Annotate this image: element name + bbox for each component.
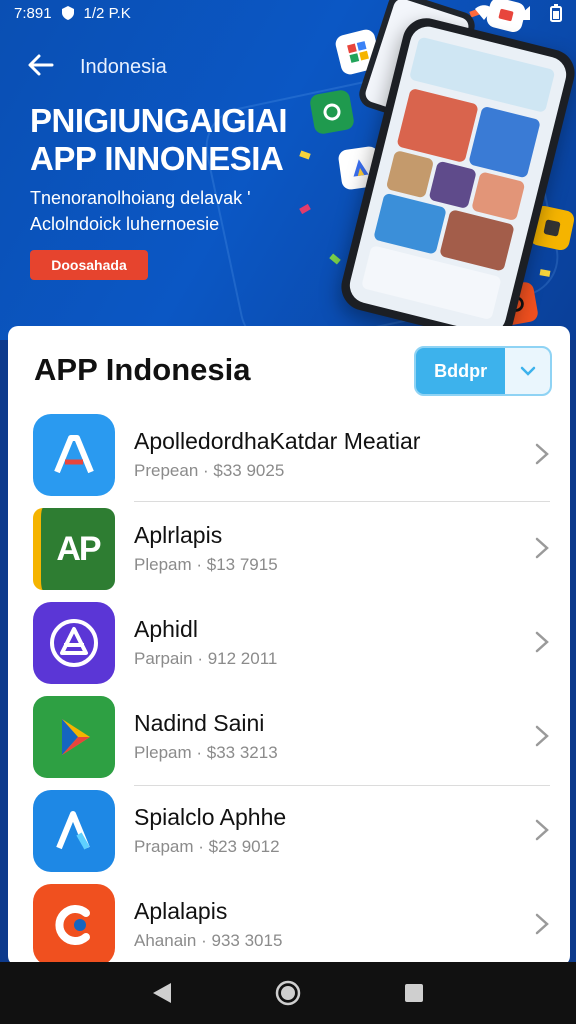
app-name: ApolledordhaKatdar Meatiar xyxy=(134,428,421,454)
filter-dropdown[interactable] xyxy=(505,348,550,394)
navigation-bar xyxy=(0,962,576,1024)
letter-a-icon xyxy=(33,414,115,496)
filter-button[interactable]: Bddpr xyxy=(416,348,505,394)
card-title: APP Indonesia xyxy=(34,352,251,387)
app-name: Nadind Saini xyxy=(134,710,265,736)
shield-icon xyxy=(61,6,74,20)
app-name: Aplalapis xyxy=(134,898,228,924)
app-meta: Parpain · 912 2011 xyxy=(134,649,278,668)
list-item[interactable]: ApolledordhaKatdar Meatiar Prepean · $33… xyxy=(8,408,570,502)
list-item[interactable]: AP Aplrlapis Plepam · $13 7915 xyxy=(8,502,570,596)
chevron-right-icon xyxy=(535,631,549,653)
chevron-right-icon xyxy=(535,725,549,747)
c-logo-icon xyxy=(33,884,115,966)
app-name: Aphidl xyxy=(134,616,198,642)
back-arrow-icon[interactable] xyxy=(26,50,56,80)
list-item[interactable]: Aplalapis Ahanain · 933 3015 xyxy=(8,878,570,966)
list-item[interactable]: Spialclo Aphhe Prapam · $23 9012 xyxy=(8,784,570,878)
app-list-card: APP Indonesia Bddpr ApolledordhaKatdar M… xyxy=(8,326,570,966)
recents-nav-icon[interactable] xyxy=(403,982,425,1004)
app-list: ApolledordhaKatdar Meatiar Prepean · $33… xyxy=(8,408,570,966)
status-time: 7:891 xyxy=(14,4,52,22)
confetti xyxy=(329,253,341,265)
letter-a-icon xyxy=(33,790,115,872)
triangle-circle-icon xyxy=(33,602,115,684)
chevron-right-icon xyxy=(535,443,549,465)
app-meta: Prepean · $33 9025 xyxy=(134,461,285,480)
list-item[interactable]: Aphidl Parpain · 912 2011 xyxy=(8,596,570,690)
status-extra: 1/2 P.K xyxy=(83,4,131,22)
confetti xyxy=(539,269,551,277)
chevron-down-icon xyxy=(520,366,535,376)
chevron-right-icon xyxy=(535,819,549,841)
app-meta: Prapam · $23 9012 xyxy=(134,837,280,856)
app-name: Aplrlapis xyxy=(134,522,223,548)
hero-title: PNIGIUNGAIGIAI APP INNONESIA xyxy=(30,102,288,177)
breadcrumb[interactable]: Indonesia xyxy=(80,56,167,79)
status-bar: 7:891 1/2 P.K xyxy=(0,0,576,26)
hero-banner: Indonesia PNIGIUNGAIGIAI APP INNONESIA T… xyxy=(0,0,576,340)
app-meta: Plepam · $33 3213 xyxy=(134,743,278,762)
signal-icon xyxy=(514,6,530,20)
hero-cta-button[interactable]: Doosahada xyxy=(30,250,148,280)
back-nav-icon[interactable] xyxy=(151,981,173,1005)
home-nav-icon[interactable] xyxy=(275,980,301,1006)
app-name: Spialclo Aphhe xyxy=(134,804,287,830)
list-item[interactable]: Nadind Saini Plepam · $33 3213 xyxy=(8,690,570,786)
app-meta: Ahanain · 933 3015 xyxy=(134,931,283,950)
hero-subtitle: Tnenoranolhoiang delavak ' Aclolndoick l… xyxy=(30,188,251,234)
chevron-right-icon xyxy=(535,537,549,559)
app-meta: Plepam · $13 7915 xyxy=(134,555,278,574)
battery-icon xyxy=(550,4,562,22)
filter-segment[interactable]: Bddpr xyxy=(414,346,552,396)
play-icon xyxy=(33,696,115,778)
chevron-right-icon xyxy=(535,913,549,935)
ap-logo-icon: AP xyxy=(33,508,115,590)
wifi-icon xyxy=(475,5,493,20)
